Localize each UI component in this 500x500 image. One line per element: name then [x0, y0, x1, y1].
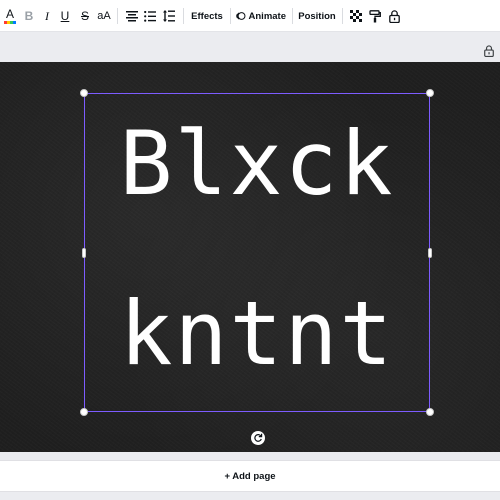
toolbar-divider — [292, 8, 293, 24]
add-page-label: + Add page — [224, 470, 276, 482]
resize-handle-top-left[interactable] — [80, 89, 88, 97]
add-page-button[interactable]: + Add page — [0, 460, 500, 492]
text-color-button[interactable]: A — [2, 4, 18, 28]
line-spacing-icon — [163, 10, 175, 22]
position-label: Position — [298, 10, 336, 22]
toolbar-divider — [342, 8, 343, 24]
lock-icon — [388, 9, 400, 23]
text-color-letter: A — [6, 7, 14, 21]
italic-button[interactable]: I — [40, 4, 54, 28]
animate-label: Animate — [248, 10, 286, 22]
lock-button[interactable] — [386, 4, 402, 28]
position-button[interactable]: Position — [297, 4, 337, 28]
bullet-list-icon — [144, 10, 156, 22]
italic-icon: I — [45, 9, 49, 23]
letter-case-icon: aA — [97, 9, 111, 22]
rotate-icon — [254, 433, 263, 442]
selection-box[interactable] — [84, 93, 430, 412]
page-lock-button[interactable] — [484, 44, 496, 58]
animate-icon — [236, 12, 246, 20]
toolbar-divider — [117, 8, 118, 24]
resize-handle-left[interactable] — [82, 248, 86, 258]
align-button[interactable] — [124, 4, 140, 28]
resize-handle-bottom-left[interactable] — [80, 408, 88, 416]
resize-handle-right[interactable] — [428, 248, 432, 258]
transparency-icon — [350, 10, 362, 22]
resize-handle-top-right[interactable] — [426, 89, 434, 97]
copy-style-button[interactable] — [367, 4, 383, 28]
design-canvas[interactable]: Blxck kntnt — [0, 62, 500, 452]
underline-icon: U — [60, 9, 70, 23]
page-header — [0, 33, 500, 61]
effects-label: Effects — [191, 10, 223, 22]
effects-button[interactable]: Effects — [188, 4, 226, 28]
lock-icon — [484, 45, 494, 58]
editor-toolbar: A B I U S aA Effects Animate Position — [0, 0, 500, 32]
animate-button[interactable]: Animate — [236, 4, 286, 28]
rotate-handle[interactable] — [251, 431, 265, 445]
list-button[interactable] — [142, 4, 158, 28]
letter-case-button[interactable]: aA — [96, 4, 112, 28]
align-center-icon — [126, 10, 138, 21]
resize-handle-bottom-right[interactable] — [426, 408, 434, 416]
text-color-icon: A — [4, 7, 16, 24]
bold-button[interactable]: B — [22, 4, 36, 28]
bold-icon: B — [24, 9, 34, 23]
toolbar-divider — [183, 8, 184, 24]
strikethrough-button[interactable]: S — [78, 4, 92, 28]
underline-button[interactable]: U — [58, 4, 72, 28]
spacing-button[interactable] — [161, 4, 177, 28]
paint-roller-icon — [369, 9, 381, 22]
toolbar-divider — [230, 8, 231, 24]
strikethrough-icon: S — [80, 9, 89, 23]
transparency-button[interactable] — [348, 4, 364, 28]
